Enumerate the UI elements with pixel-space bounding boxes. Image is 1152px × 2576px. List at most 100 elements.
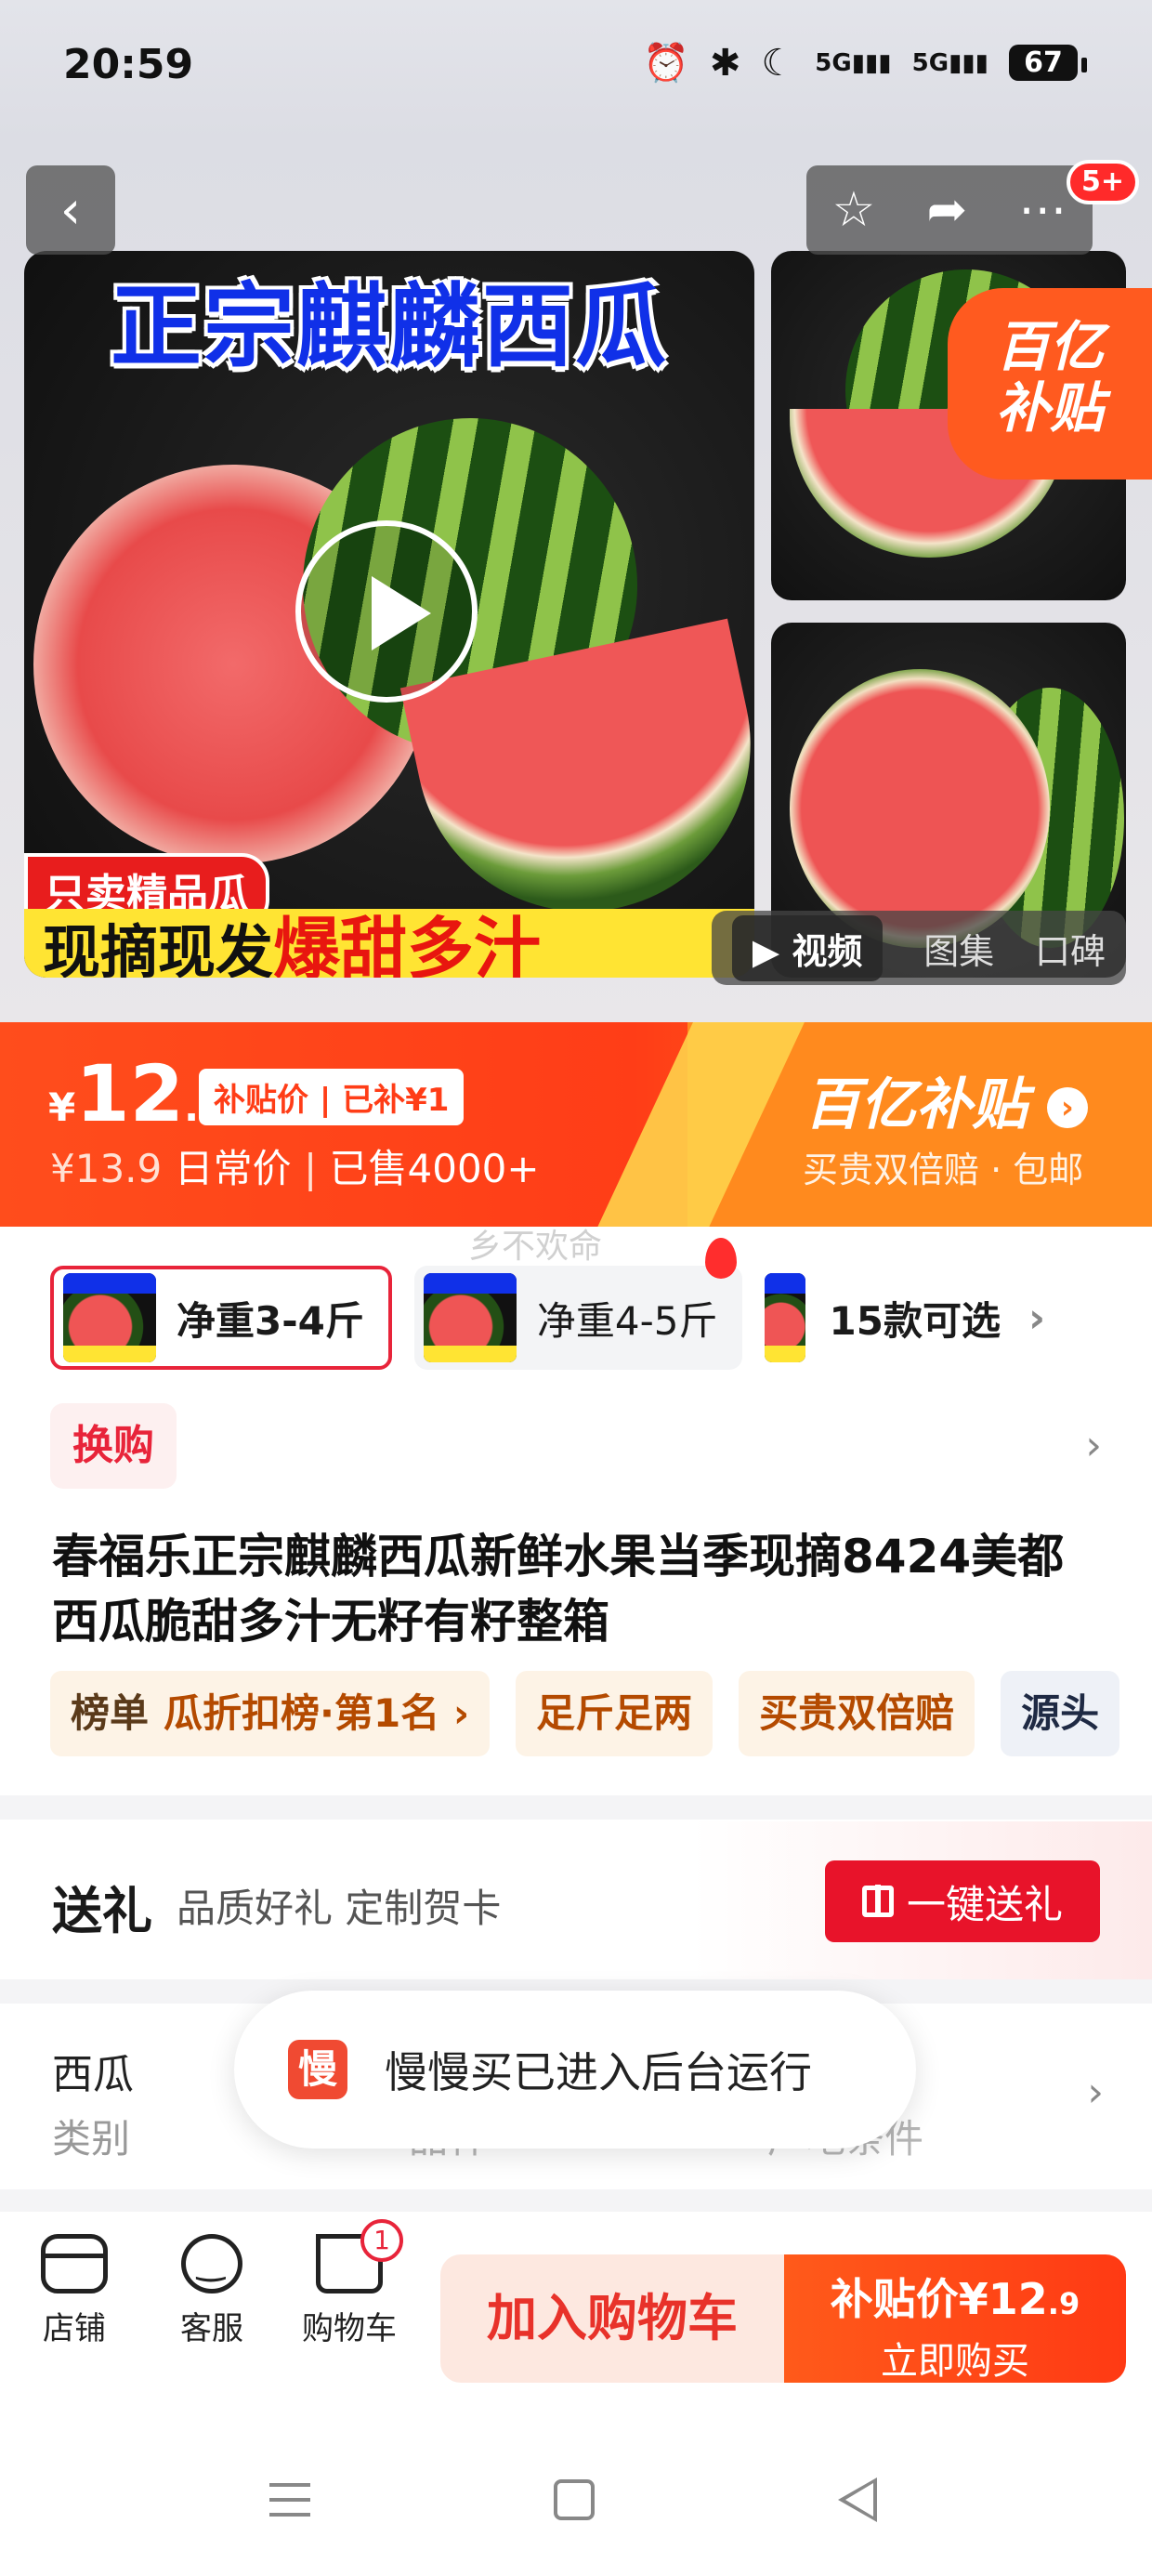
image-headline: 正宗麒麟西瓜: [110, 274, 668, 380]
sku-thumbnail: [764, 1273, 805, 1362]
customer-service-button[interactable]: 客服: [147, 2234, 277, 2348]
corner-badge-line-1: 百亿: [995, 315, 1104, 378]
subsidy-corner-badge: 百亿 补贴: [948, 288, 1152, 480]
sku-thumbnail: [63, 1273, 156, 1362]
price-guarantee-chip[interactable]: 买贵双倍赔: [739, 1671, 975, 1756]
spec-category-key: 类别: [52, 2116, 131, 2162]
play-video-icon[interactable]: [295, 520, 478, 703]
source-chip[interactable]: 源头: [1001, 1671, 1120, 1756]
chevron-left-icon: ‹: [59, 179, 82, 241]
feature-tags: 榜单 瓜折扣榜·第1名 › 足斤足两 买贵双倍赔 源头: [50, 1671, 1152, 1756]
product-title: 春福乐正宗麒麟西瓜新鲜水果当季现摘8424美都西瓜脆甜多汁无籽有籽整箱: [52, 1530, 1065, 1649]
cart-count-badge: 1: [360, 2219, 403, 2262]
full-weight-chip[interactable]: 足斤足两: [516, 1671, 713, 1756]
tab-reviews[interactable]: 口碑: [1035, 923, 1106, 974]
status-icons: ⏰ ✱ ☾ 5G▮▮▮ 5G▮▮▮ 67: [643, 41, 1087, 85]
service-icon: [181, 2234, 242, 2293]
service-label: 客服: [180, 2310, 243, 2347]
gift-section: 送礼 品质好礼 定制贺卡 一键送礼: [0, 1821, 1152, 1979]
share-button[interactable]: ➦: [927, 182, 968, 238]
more-styles-link[interactable]: 15款可选 ›: [764, 1273, 1046, 1362]
store-label: 店铺: [43, 2310, 106, 2347]
app-logo-icon: 慢: [288, 2040, 347, 2099]
price-details: ¥13.9 日常价 | 已售4000+: [50, 1146, 540, 1191]
back-triangle-icon[interactable]: [838, 2477, 877, 2522]
ranking-value: 瓜折扣榜·第1名 ›: [164, 1690, 470, 1736]
chevron-right-icon: ›: [1046, 1087, 1088, 1129]
store-icon: [41, 2234, 108, 2293]
bottom-action-bar: 店铺 客服 购物车 1 加入购物车 补贴价¥12.9 立即购买: [0, 2212, 1152, 2398]
subsidy-price-tag: 补贴价 | 已补¥1: [199, 1069, 465, 1125]
ranking-chip[interactable]: 榜单 瓜折扣榜·第1名 ›: [50, 1671, 491, 1756]
sku-thumbnail: [423, 1273, 517, 1362]
price-banner[interactable]: ¥ 12 .9 补贴价 | 已补¥1 ¥13.9 日常价 | 已售4000+ 百…: [0, 1022, 1152, 1227]
signal-icon: 5G▮▮▮: [815, 48, 892, 77]
sold-count: 已售4000+: [329, 1146, 540, 1191]
chevron-right-icon: ›: [1087, 2069, 1104, 2116]
media-tabs: ▶ 视频 图集 口碑: [712, 911, 1126, 985]
sku-label: 净重3-4斤: [177, 1297, 364, 1344]
system-nav-bar: [0, 2416, 1152, 2576]
alarm-icon: ⏰: [643, 42, 689, 85]
signal-icon: 5G▮▮▮: [911, 48, 988, 77]
corner-badge-line-2: 补贴: [995, 376, 1104, 440]
main-product-image[interactable]: 正宗麒麟西瓜 只卖精品瓜 现摘现发爆甜多汁: [24, 251, 754, 978]
more-button[interactable]: ⋯: [1018, 182, 1067, 238]
tab-gallery[interactable]: 图集: [923, 923, 994, 974]
store-button[interactable]: 店铺: [9, 2234, 139, 2348]
price-integer: 12: [75, 1048, 185, 1139]
share-icon: ➦: [926, 182, 968, 238]
sku-label: 净重4-5斤: [536, 1297, 718, 1344]
tab-video[interactable]: ▶ 视频: [731, 914, 884, 981]
daily-price-label: 日常价: [174, 1146, 292, 1191]
background-toast: 慢 慢慢买已进入后台运行: [234, 1991, 916, 2149]
recent-apps-icon[interactable]: [269, 2483, 310, 2517]
watermelon-half-image: [790, 669, 1050, 948]
sku-option-3-4[interactable]: 净重3-4斤: [50, 1266, 392, 1370]
currency-symbol: ¥: [48, 1084, 76, 1130]
add-to-cart-button[interactable]: 加入购物车: [440, 2254, 784, 2383]
favorite-button[interactable]: ☆: [832, 182, 876, 238]
gift-title: 送礼: [52, 1882, 152, 1940]
moon-icon: ☾: [761, 41, 795, 85]
fire-icon: [704, 1238, 737, 1279]
star-icon: ☆: [831, 182, 876, 238]
battery-icon: 67: [1009, 45, 1087, 81]
chevron-right-icon: ›: [1028, 1294, 1046, 1342]
message-badge: 5+: [1066, 160, 1139, 204]
buy-now-label: 立即购买: [881, 2340, 1029, 2383]
toast-message: 慢慢买已进入后台运行: [385, 2047, 812, 2097]
status-bar: 20:59 ⏰ ✱ ☾ 5G▮▮▮ 5G▮▮▮ 67: [0, 0, 1152, 139]
subsidy-guarantee: 买贵双倍赔 · 包邮: [803, 1150, 1084, 1190]
gift-description: 品质好礼 定制贺卡: [177, 1886, 502, 1931]
clock: 20:59: [63, 41, 194, 88]
sku-option-4-5[interactable]: 净重4-5斤: [413, 1238, 742, 1370]
subsidy-brand[interactable]: 百亿补贴 ›: [805, 1059, 1088, 1140]
header-actions: ☆ ➦ ⋯: [806, 165, 1093, 255]
cart-label: 购物车: [302, 2310, 397, 2347]
gift-button-label: 一键送礼: [906, 1881, 1063, 1927]
more-dots-icon: ⋯: [1018, 182, 1067, 238]
banner-text: 现摘现发: [43, 918, 274, 978]
ranking-label: 榜单: [71, 1690, 150, 1736]
watermark-text: 乡不欢命: [468, 1228, 603, 1266]
spec-category-value: 西瓜: [52, 2051, 134, 2098]
banner-hot-text: 爆甜多汁: [273, 910, 542, 978]
chevron-right-icon: ›: [1085, 1422, 1102, 1469]
product-gallery: 正宗麒麟西瓜 只卖精品瓜 现摘现发爆甜多汁 百亿 补贴 ▶ 视频 图集 口碑 ‹…: [0, 139, 1152, 1022]
back-button[interactable]: ‹: [26, 165, 115, 255]
home-icon[interactable]: [554, 2479, 595, 2520]
more-styles-label: 15款可选: [829, 1297, 1001, 1344]
bluetooth-icon: ✱: [709, 41, 741, 85]
one-click-gift-button[interactable]: 一键送礼: [825, 1860, 1100, 1942]
gift-icon: [861, 1885, 894, 1917]
image-yellow-banner: 现摘现发爆甜多汁: [24, 909, 754, 978]
swap-row[interactable]: 换购 ›: [50, 1403, 1102, 1489]
section-divider: [0, 2189, 1152, 2214]
original-price: ¥13.9: [50, 1146, 163, 1191]
swap-chip[interactable]: 换购: [50, 1403, 177, 1489]
subsidy-brand-label: 百亿补贴: [805, 1072, 1028, 1137]
sku-selector: 净重3-4斤 净重4-5斤 15款可选 ›: [50, 1238, 1046, 1370]
buy-now-price: 补贴价¥12.9: [830, 2274, 1080, 2324]
buy-now-button[interactable]: 补贴价¥12.9 立即购买: [784, 2254, 1126, 2383]
